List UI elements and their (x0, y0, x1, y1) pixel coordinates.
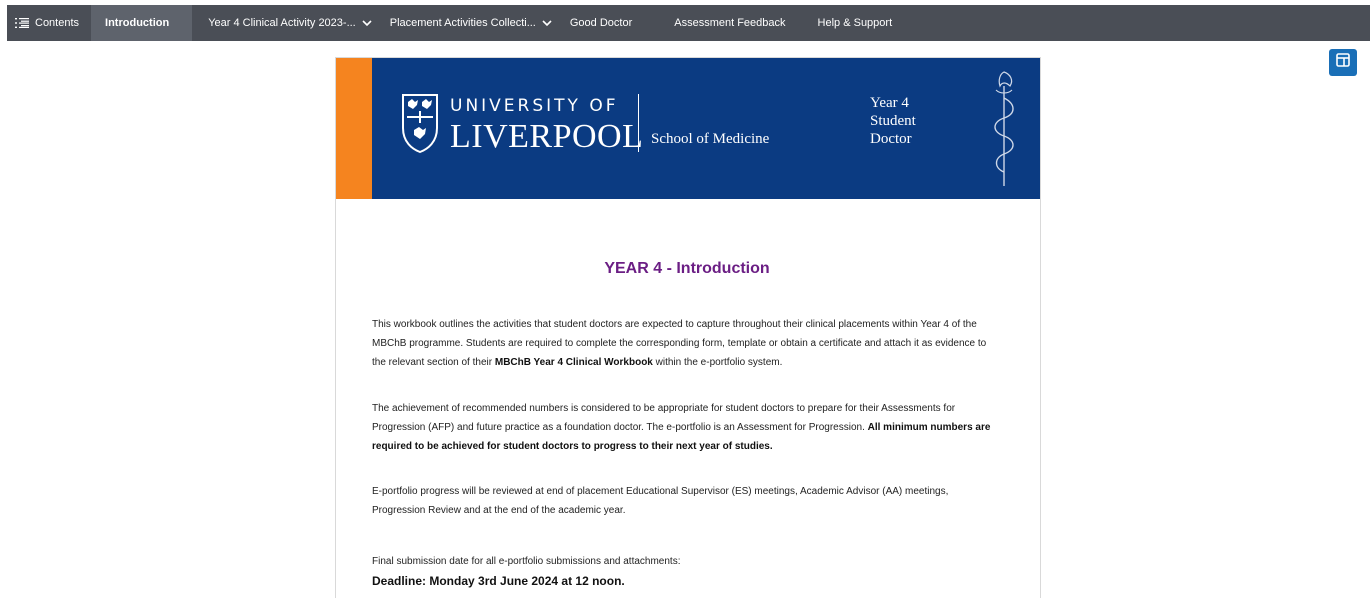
year-line: Year 4 (870, 95, 909, 111)
workbook-name-bold: MBChB Year 4 Clinical Workbook (494, 357, 653, 368)
list-icon (15, 17, 29, 29)
paragraph-workbook-overview: This workbook outlines the activities th… (372, 315, 1002, 372)
layout-toggle-button[interactable] (1329, 49, 1357, 76)
document-page: UNIVERSITY OF LIVERPOOL School of Medici… (335, 57, 1041, 598)
school-of-medicine-text: School of Medicine (651, 131, 770, 147)
nav-year4-clinical-activity[interactable]: Year 4 Clinical Activity 2023-... (192, 5, 380, 41)
nav-introduction[interactable]: Introduction (91, 5, 193, 41)
nav-assessment-label: Assessment Feedback (674, 17, 786, 29)
paragraph-final-submission: Final submission date for all e-portfoli… (372, 556, 681, 567)
nav-good-doctor[interactable]: Good Doctor (562, 5, 662, 41)
nav-contents-label: Contents (35, 17, 80, 29)
nav-placement-label: Placement Activities Collecti... (389, 17, 536, 29)
chevron-down-icon (362, 19, 372, 27)
panel-layout-icon (1336, 53, 1350, 72)
paragraph-recommended-numbers: The achievement of recommended numbers i… (372, 399, 1002, 456)
asclepius-staff-icon (994, 71, 1014, 186)
nav-assessment-feedback[interactable]: Assessment Feedback (662, 5, 803, 41)
deadline-text: Deadline: Monday 3rd June 2024 at 12 noo… (372, 574, 625, 588)
nav-contents[interactable]: Contents (7, 5, 91, 41)
nav-year4-label: Year 4 Clinical Activity 2023-... (208, 17, 356, 29)
doctor-line: Doctor (870, 131, 912, 147)
university-of-text: UNIVERSITY OF (450, 96, 619, 116)
year-student-doctor-text: Year 4 Student Doctor (870, 94, 916, 148)
p1-text-c: within the e-portfolio system. (652, 357, 783, 368)
page-title: YEAR 4 - Introduction (604, 260, 770, 277)
liverpool-wordmark: LIVERPOOL (450, 118, 644, 155)
paragraph-progress-review: E-portfolio progress will be reviewed at… (372, 486, 949, 516)
crest-icon (402, 94, 438, 154)
nav-help-label: Help & Support (817, 17, 893, 29)
student-line: Student (870, 113, 916, 129)
header-banner: UNIVERSITY OF LIVERPOOL School of Medici… (336, 58, 1040, 199)
banner-divider (638, 94, 639, 152)
chevron-down-icon (542, 19, 552, 27)
nav-introduction-label: Introduction (105, 17, 170, 29)
nav-help-support[interactable]: Help & Support (804, 5, 905, 41)
nav-good-doctor-label: Good Doctor (569, 17, 633, 29)
nav-placement-activities[interactable]: Placement Activities Collecti... (380, 5, 562, 41)
top-navigation-bar: Contents Introduction Year 4 Clinical Ac… (7, 5, 1370, 41)
orange-stripe (336, 58, 372, 199)
